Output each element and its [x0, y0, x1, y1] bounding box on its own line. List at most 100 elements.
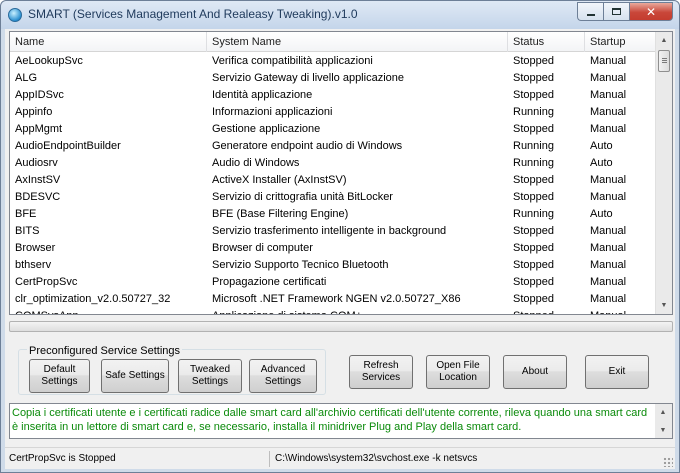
cell-system-name: Servizio di crittografia unità BitLocker — [212, 191, 393, 203]
cell-status: Stopped — [508, 308, 585, 314]
default-settings-button[interactable]: Default Settings — [29, 359, 90, 393]
open-file-location-button[interactable]: Open File Location — [426, 355, 490, 389]
title-bar[interactable]: SMART (Services Management And Realeasy … — [1, 1, 679, 29]
minimize-icon — [586, 13, 595, 16]
table-row[interactable]: BITS Servizio trasferimento intelligente … — [10, 223, 656, 240]
table-row[interactable]: AppMgmt Gestione applicazione Stopped Manua… — [10, 121, 656, 138]
cell-startup: Manual — [590, 174, 627, 186]
cell-status: Stopped — [513, 259, 554, 271]
tweaked-settings-button[interactable]: Tweaked Settings — [178, 359, 242, 393]
table-row[interactable]: Audiosrv Audio di Windows Running Auto — [10, 155, 656, 172]
cell-name: AeLookupSvc — [15, 55, 83, 67]
table-row[interactable]: AxInstSV ActiveX Installer (AxInstSV) Stop… — [10, 172, 656, 189]
cell-system-name: Gestione applicazione — [212, 123, 321, 135]
table-row[interactable]: bthserv Servizio Supporto Tecnico Bluetoo… — [10, 257, 656, 274]
cell-name: AudioEndpointBuilder — [15, 140, 121, 152]
about-button[interactable]: About — [503, 355, 567, 389]
column-header-name[interactable]: Name — [10, 32, 207, 52]
cell-startup: Manual — [590, 225, 627, 237]
cell-status: Running — [513, 140, 554, 152]
table-row[interactable]: Browser Browser di computer Stopped Manual — [10, 240, 656, 257]
cell-system-name: Microsoft .NET Framework NGEN v2.0.50727… — [212, 293, 461, 305]
cell-system-name: Applicazione di sistema COM+ — [207, 308, 508, 314]
resize-grip-icon[interactable] — [663, 457, 673, 467]
cell-name: bthserv — [15, 259, 52, 271]
list-vertical-scrollbar[interactable]: ▲ ▼ — [655, 32, 672, 314]
maximize-button[interactable] — [603, 2, 629, 21]
scroll-up-arrow-icon[interactable]: ▲ — [655, 404, 671, 420]
cell-startup: Manual — [590, 72, 627, 84]
cell-status: Stopped — [513, 55, 554, 67]
cell-system-name: Identità applicazione — [212, 89, 313, 101]
cell-system-name: Servizio Gateway di livello applicazione — [212, 72, 404, 84]
cell-system-name: Servizio trasferimento intelligente in b… — [212, 225, 447, 237]
cell-startup: Manual — [590, 293, 627, 305]
scroll-down-arrow-icon[interactable]: ▼ — [656, 297, 672, 314]
cell-name: BDESVC — [15, 191, 61, 203]
cell-system-name: Browser di computer — [212, 242, 313, 254]
cell-system-name: Propagazione certificati — [212, 276, 327, 288]
scrollbar-thumb[interactable] — [658, 50, 670, 72]
cell-status: Stopped — [513, 174, 554, 186]
column-header-system-name[interactable]: System Name — [207, 32, 508, 52]
cell-startup: Auto — [590, 157, 613, 169]
table-row[interactable]: CertPropSvc Propagazione certificati Stopp… — [10, 274, 656, 291]
service-description: Copia i certificati utente e i certifica… — [12, 407, 648, 433]
table-row[interactable]: AeLookupSvc Verifica compatibilità applic… — [10, 53, 656, 70]
table-row[interactable]: BDESVC Servizio di crittografia unità Bit… — [10, 189, 656, 206]
description-scrollbar[interactable]: ▲ ▼ — [655, 404, 672, 438]
cell-system-name: BFE (Base Filtering Engine) — [212, 208, 349, 220]
status-separator — [269, 451, 270, 467]
safe-settings-button[interactable]: Safe Settings — [101, 359, 169, 393]
cell-startup: Manual — [590, 242, 627, 254]
cell-name: clr_optimization_v2.0.50727_32 — [15, 293, 171, 305]
table-row[interactable]: BFE BFE (Base Filtering Engine) Running Aut… — [10, 206, 656, 223]
minimize-button[interactable] — [577, 2, 603, 21]
table-row[interactable]: ALG Servizio Gateway di livello applicazi… — [10, 70, 656, 87]
scroll-down-arrow-icon[interactable]: ▼ — [655, 422, 671, 438]
cell-name: AppMgmt — [15, 123, 63, 135]
cell-name: Browser — [15, 242, 56, 254]
cell-status: Stopped — [513, 242, 554, 254]
cell-startup: Manual — [590, 123, 627, 135]
table-row[interactable]: clr_optimization_v2.0.50727_32 Microsoft … — [10, 291, 656, 308]
cell-status: Stopped — [513, 123, 554, 135]
description-box[interactable]: Copia i certificati utente e i certifica… — [9, 403, 673, 439]
exit-button[interactable]: Exit — [585, 355, 649, 389]
cell-system-name: ActiveX Installer (AxInstSV) — [212, 174, 347, 186]
cell-startup: Manual — [590, 191, 627, 203]
window-title: SMART (Services Management And Realeasy … — [28, 7, 358, 21]
cell-system-name: Informazioni applicazioni — [212, 106, 333, 118]
cell-status: Stopped — [513, 191, 554, 203]
close-button[interactable]: ✕ — [629, 2, 673, 21]
table-row[interactable]: COMSysAppApplicazione di sistema COM+Sto… — [10, 308, 656, 314]
scroll-up-arrow-icon[interactable]: ▲ — [656, 32, 672, 49]
column-header-status[interactable]: Status — [508, 32, 585, 52]
list-header: Name System Name Status Startup — [10, 32, 656, 52]
cell-startup: Manual — [590, 55, 627, 67]
cell-startup: Manual — [590, 89, 627, 101]
cell-name: ALG — [15, 72, 38, 84]
status-bar: CertPropSvc is Stopped C:\Windows\system… — [5, 447, 675, 469]
cell-status: Running — [513, 208, 554, 220]
table-row[interactable]: AppIDSvc Identità applicazione Stopped Manu… — [10, 87, 656, 104]
cell-system-name: Servizio Supporto Tecnico Bluetooth — [212, 259, 389, 271]
status-path: C:\Windows\system32\svchost.exe -k netsv… — [275, 453, 478, 464]
column-header-startup[interactable]: Startup — [585, 32, 656, 52]
gear-globe-icon — [8, 8, 22, 22]
cell-name: CertPropSvc — [15, 276, 78, 288]
advanced-settings-button[interactable]: Advanced Settings — [249, 359, 317, 393]
close-icon: ✕ — [645, 4, 657, 19]
cell-status: Stopped — [513, 293, 554, 305]
refresh-services-button[interactable]: Refresh Services — [349, 355, 413, 389]
table-row[interactable]: AudioEndpointBuilder Generatore endpoint … — [10, 138, 656, 155]
cell-name: Audiosrv — [15, 157, 58, 169]
cell-startup: Manual — [590, 276, 627, 288]
app-window: SMART (Services Management And Realeasy … — [0, 0, 680, 473]
cell-system-name: Audio di Windows — [212, 157, 300, 169]
cell-status: Stopped — [513, 276, 554, 288]
cell-name: AppIDSvc — [15, 89, 64, 101]
cell-startup: Auto — [590, 208, 613, 220]
table-row[interactable]: Appinfo Informazioni applicazioni Running M… — [10, 104, 656, 121]
services-list[interactable]: Name System Name Status Startup AeLookup… — [9, 31, 673, 315]
